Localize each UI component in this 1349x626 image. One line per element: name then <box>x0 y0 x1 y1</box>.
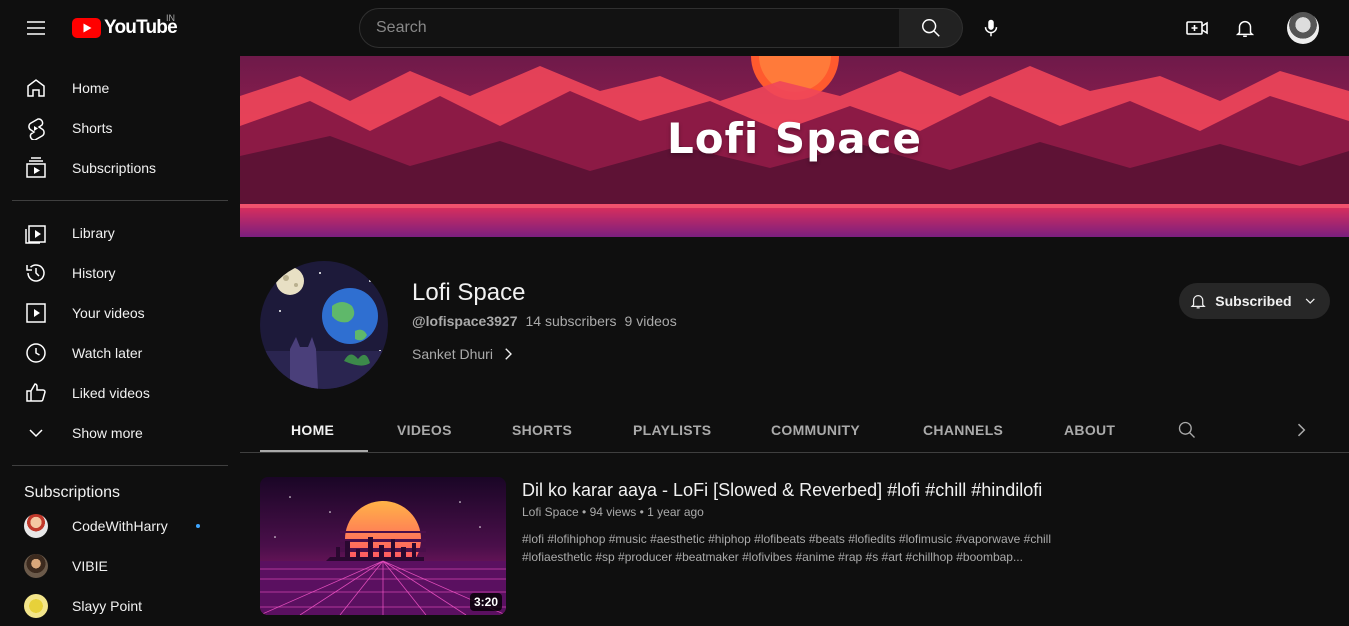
chevron-right-icon <box>505 348 512 360</box>
chevron-down-icon <box>1305 298 1315 304</box>
sidebar-subscription-vibie[interactable]: VIBIE <box>12 546 228 586</box>
tab-playlists[interactable]: PLAYLISTS <box>633 407 711 453</box>
subscribed-button[interactable]: Subscribed <box>1179 283 1330 319</box>
channel-avatar <box>24 554 48 578</box>
youtube-play-icon <box>72 18 101 38</box>
sidebar-subscription-slayy-point[interactable]: Slayy Point <box>12 586 228 626</box>
sidebar-item-library[interactable]: Library <box>12 213 228 253</box>
active-tab-indicator <box>260 450 368 452</box>
sidebar-item-label: Home <box>72 80 110 96</box>
sidebar-subscription-codewithharry[interactable]: CodeWithHarry <box>12 506 228 546</box>
bell-icon <box>1190 295 1206 309</box>
chevron-down-icon <box>24 421 48 445</box>
video-description: #lofi #lofihiphop #music #aesthetic #hip… <box>522 530 1082 566</box>
video-meta: Lofi Space • 94 views • 1 year ago <box>522 505 704 519</box>
channel-avatar <box>24 514 48 538</box>
tab-community[interactable]: COMMUNITY <box>771 407 860 453</box>
hamburger-icon <box>27 21 45 35</box>
banner-title: Lofi Space <box>667 114 922 163</box>
video-count: 9 videos <box>624 313 677 329</box>
sidebar-item-label: Library <box>72 225 115 241</box>
sidebar-item-subscriptions[interactable]: Subscriptions <box>12 148 228 188</box>
subscriptions-icon <box>24 156 48 180</box>
video-title[interactable]: Dil ko karar aaya - LoFi [Slowed & Rever… <box>522 480 1042 501</box>
home-icon <box>24 76 48 100</box>
sidebar-item-history[interactable]: History <box>12 253 228 293</box>
sidebar-item-show-more[interactable]: Show more <box>12 413 228 453</box>
channel-banner: Lofi Space <box>240 56 1349 237</box>
video-create-icon <box>1186 21 1208 35</box>
sidebar-item-label: History <box>72 265 116 281</box>
create-button[interactable] <box>1177 8 1217 48</box>
microphone-icon <box>984 19 998 37</box>
bell-icon <box>1235 20 1255 37</box>
search-icon <box>921 19 940 37</box>
subscriber-count: 14 subscribers <box>525 313 617 329</box>
channel-owner-name: Sanket Dhuri <box>412 346 493 362</box>
sidebar-item-home[interactable]: Home <box>12 68 228 108</box>
search-icon <box>1178 421 1195 438</box>
subscribed-label: Subscribed <box>1215 293 1292 309</box>
search-input[interactable] <box>376 19 899 37</box>
sidebar: Home Shorts Subscriptions Library Histor… <box>0 56 240 625</box>
subscriptions-heading: Subscriptions <box>24 484 121 501</box>
description-line: #lofi #lofihiphop #music #aesthetic #hip… <box>522 532 1051 546</box>
channel-owner-link[interactable]: Sanket Dhuri <box>412 345 517 363</box>
description-line: #lofiaesthetic #sp #producer #beatmaker … <box>522 550 1023 564</box>
sidebar-item-label: CodeWithHarry <box>72 518 168 534</box>
channel-meta: @lofispace3927 14 subscribers 9 videos <box>412 313 677 329</box>
country-code: IN <box>166 13 175 23</box>
tab-about[interactable]: ABOUT <box>1064 407 1115 453</box>
tab-channels[interactable]: CHANNELS <box>923 407 1003 453</box>
channel-handle: @lofispace3927 <box>412 313 518 329</box>
sidebar-item-label: Subscriptions <box>72 160 157 176</box>
channel-tabs: HOME VIDEOS SHORTS PLAYLISTS COMMUNITY C… <box>240 407 1349 453</box>
thumbnail-artwork <box>260 477 506 615</box>
sidebar-item-label: Slayy Point <box>72 598 143 614</box>
tab-shorts[interactable]: SHORTS <box>512 407 572 453</box>
notifications-button[interactable] <box>1225 8 1265 48</box>
sidebar-item-label: Your videos <box>72 305 145 321</box>
channel-avatar <box>24 594 48 618</box>
video-thumbnail[interactable]: 3:20 <box>260 477 506 615</box>
new-content-indicator <box>196 524 200 528</box>
your-videos-icon <box>24 301 48 325</box>
liked-videos-icon <box>24 381 48 405</box>
sidebar-divider <box>12 465 228 466</box>
search-button[interactable] <box>899 8 963 48</box>
tab-home[interactable]: HOME <box>291 407 334 453</box>
sidebar-divider <box>12 200 228 201</box>
chevron-right-icon <box>1297 423 1306 437</box>
tab-videos[interactable]: VIDEOS <box>397 407 452 453</box>
sidebar-item-label: Liked videos <box>72 385 150 401</box>
sidebar-item-your-videos[interactable]: Your videos <box>12 293 228 333</box>
channel-avatar-large[interactable] <box>260 261 388 389</box>
sidebar-item-liked-videos[interactable]: Liked videos <box>12 373 228 413</box>
history-icon <box>24 261 48 285</box>
sidebar-item-label: Shorts <box>72 120 113 136</box>
watch-later-icon <box>24 341 48 365</box>
sidebar-item-shorts[interactable]: Shorts <box>12 108 228 148</box>
sidebar-item-label: Watch later <box>72 345 143 361</box>
menu-button[interactable] <box>16 8 56 48</box>
library-icon <box>24 221 48 245</box>
tab-search[interactable] <box>1177 407 1197 453</box>
sidebar-item-label: VIBIE <box>72 558 108 574</box>
account-avatar[interactable] <box>1287 12 1319 44</box>
search-box <box>359 8 900 48</box>
shorts-icon <box>24 116 48 140</box>
channel-avatar-artwork <box>260 261 388 389</box>
top-bar: YouTube IN <box>0 0 1349 56</box>
youtube-logo[interactable]: YouTube <box>72 16 178 40</box>
featured-video: 3:20 Dil ko karar aaya - LoFi [Slowed & … <box>260 477 1340 617</box>
channel-header: Lofi Space @lofispace3927 14 subscribers… <box>240 237 1349 407</box>
tabs-scroll-right[interactable] <box>1291 407 1311 453</box>
sidebar-item-watch-later[interactable]: Watch later <box>12 333 228 373</box>
channel-name: Lofi Space <box>412 279 526 306</box>
voice-search-button[interactable] <box>971 8 1011 48</box>
sidebar-item-label: Show more <box>72 425 143 441</box>
video-duration: 3:20 <box>469 593 502 611</box>
